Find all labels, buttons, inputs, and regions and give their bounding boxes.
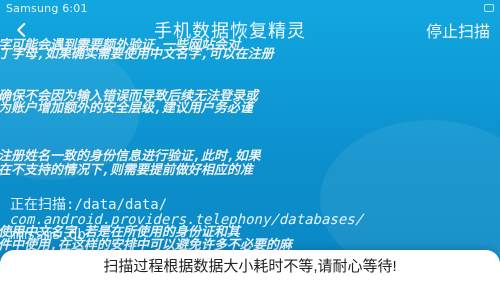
overlay-text-line: 丁字母,如果确实需要使用中文名字,可以在注册 bbox=[0, 47, 274, 62]
scan-path: /data/data/ bbox=[74, 197, 168, 213]
status-bar: Samsung 6:01 bbox=[0, 0, 500, 16]
wait-message: 扫描过程根据数据大小耗时不等,请耐心等待! bbox=[103, 258, 397, 275]
bottom-message-card: 扫描过程根据数据大小耗时不等,请耐心等待! bbox=[0, 250, 500, 300]
overlay-text-line: 在不支持的情况下,则需要提前做好相应的准 bbox=[0, 163, 253, 178]
scan-prefix: 正在扫描: bbox=[10, 197, 75, 213]
overlay-text-line: 为账户增加额外的安全层级,建议用户务必谨 bbox=[0, 101, 253, 116]
status-time: Samsung 6:01 bbox=[6, 1, 88, 15]
app-screen: Samsung 6:01 手机数据恢复精灵 停止扫描 字可能会遇到需要额外验证,… bbox=[0, 0, 500, 300]
battery-icon bbox=[484, 4, 494, 12]
status-icons bbox=[484, 4, 494, 12]
